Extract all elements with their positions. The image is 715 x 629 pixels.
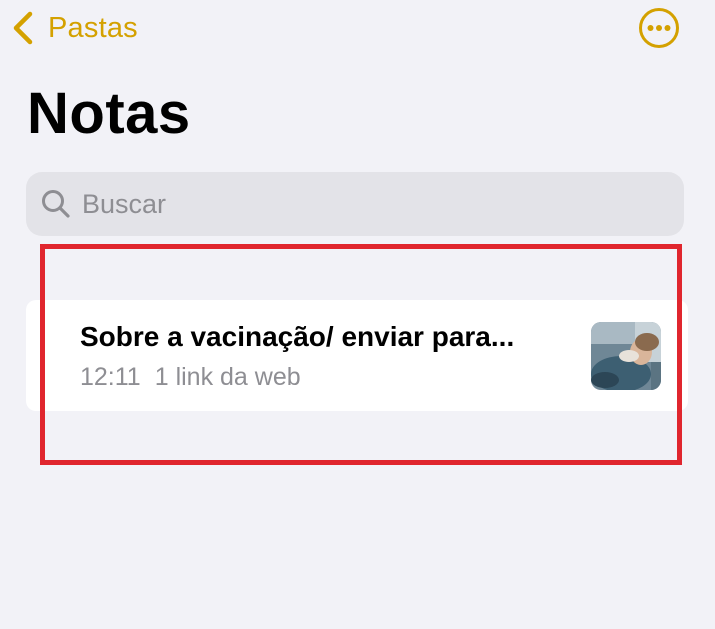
more-options-button[interactable] bbox=[638, 7, 680, 49]
note-list-item[interactable]: Sobre a vacinação/ enviar para... 12:11 1… bbox=[26, 300, 688, 411]
note-meta: 12:11 1 link da web bbox=[80, 363, 301, 392]
ellipsis-circle-icon bbox=[639, 8, 679, 48]
back-button-label: Pastas bbox=[48, 11, 138, 44]
note-title: Sobre a vacinação/ enviar para... bbox=[80, 321, 515, 352]
search-input[interactable] bbox=[82, 188, 642, 220]
note-detail: 1 link da web bbox=[154, 363, 301, 391]
chevron-left-icon bbox=[13, 11, 33, 45]
back-button[interactable]: Pastas bbox=[10, 8, 138, 48]
note-time: 12:11 bbox=[80, 363, 141, 391]
search-icon bbox=[42, 190, 70, 218]
note-thumbnail-photo bbox=[591, 322, 661, 390]
search-bar[interactable] bbox=[26, 172, 684, 236]
page-title: Notas bbox=[27, 81, 191, 146]
note-thumbnail bbox=[591, 322, 661, 390]
